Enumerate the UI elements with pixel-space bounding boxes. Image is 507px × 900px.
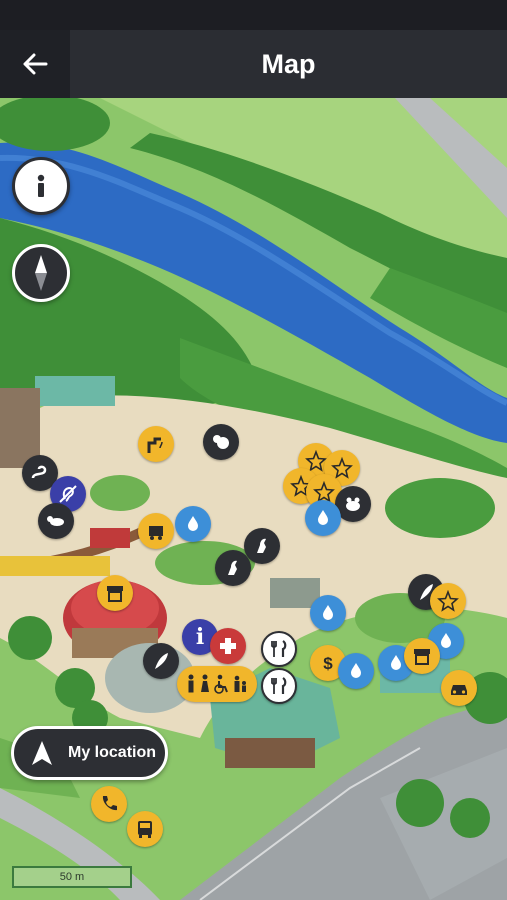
phone-poi[interactable] [91,786,127,822]
koala-poi[interactable] [203,424,239,460]
bird-poi[interactable] [143,643,179,679]
my-location-label: My location [68,744,157,761]
dollar-icon: $ [323,654,333,673]
page-title: Map [261,48,316,79]
handwash-icon [323,605,333,620]
app-bar: Map [0,30,507,98]
train-icon [149,526,163,540]
koala-icon [213,435,229,449]
kangaroo-icon [257,538,266,553]
handwash-poi-1[interactable] [175,506,211,542]
svg-text:$: $ [323,654,333,673]
status-bar [0,0,507,30]
handwash-poi-2[interactable] [305,500,341,536]
restaurant-poi-1[interactable] [261,631,297,667]
scale-bar: 50 m [12,866,132,888]
handwash-icon [188,516,198,531]
restaurant-poi-2[interactable] [261,668,297,704]
frog-icon [346,497,360,511]
handwash-icon [318,510,328,525]
possum-poi[interactable] [38,503,74,539]
navigation-arrow-icon [32,741,52,765]
handwash-poi-3[interactable] [310,595,346,631]
star-icon [437,590,459,612]
shop-icon [414,649,430,665]
info-i-icon: i [195,624,205,650]
back-button[interactable] [0,30,70,98]
compass-icon [35,255,47,291]
star-poi-5[interactable] [430,583,466,619]
fountain-poi[interactable] [138,426,174,462]
train-station-poi[interactable] [138,513,174,549]
my-location-button[interactable]: My location [11,726,168,780]
kangaroo-poi-2[interactable] [215,550,251,586]
taxi-icon [451,685,467,695]
feather-icon [155,653,168,669]
toilets-poi[interactable] [177,666,257,702]
map-info-button[interactable] [12,157,70,215]
first-aid-icon [220,638,236,654]
snake-icon [31,465,47,479]
scale-label: 50 m [59,871,85,883]
cutlery-icon [271,640,287,657]
handwash-icon [351,663,361,678]
kangaroo-poi-1[interactable] [244,528,280,564]
shop-poi-1[interactable] [97,575,133,611]
zoo-map[interactable]: i $ My location 50 m [0,98,507,900]
hearing-icon [59,485,77,503]
compass-button[interactable] [12,244,70,302]
kangaroo-icon [228,560,237,575]
fountain-icon [147,437,163,453]
handwash-poi-5[interactable] [338,653,374,689]
first-aid-poi[interactable] [210,628,246,664]
shop-poi-2[interactable] [404,638,440,674]
bus-poi[interactable] [127,811,163,847]
bus-icon [138,821,152,838]
back-arrow-icon [23,53,48,75]
toilets-icon [188,674,246,694]
possum-icon [47,516,64,526]
taxi-poi[interactable] [441,670,477,706]
info-icon [37,174,45,197]
shop-icon [107,586,123,602]
cutlery-icon [271,677,287,694]
star-icon [331,457,353,479]
phone-icon [102,796,117,811]
